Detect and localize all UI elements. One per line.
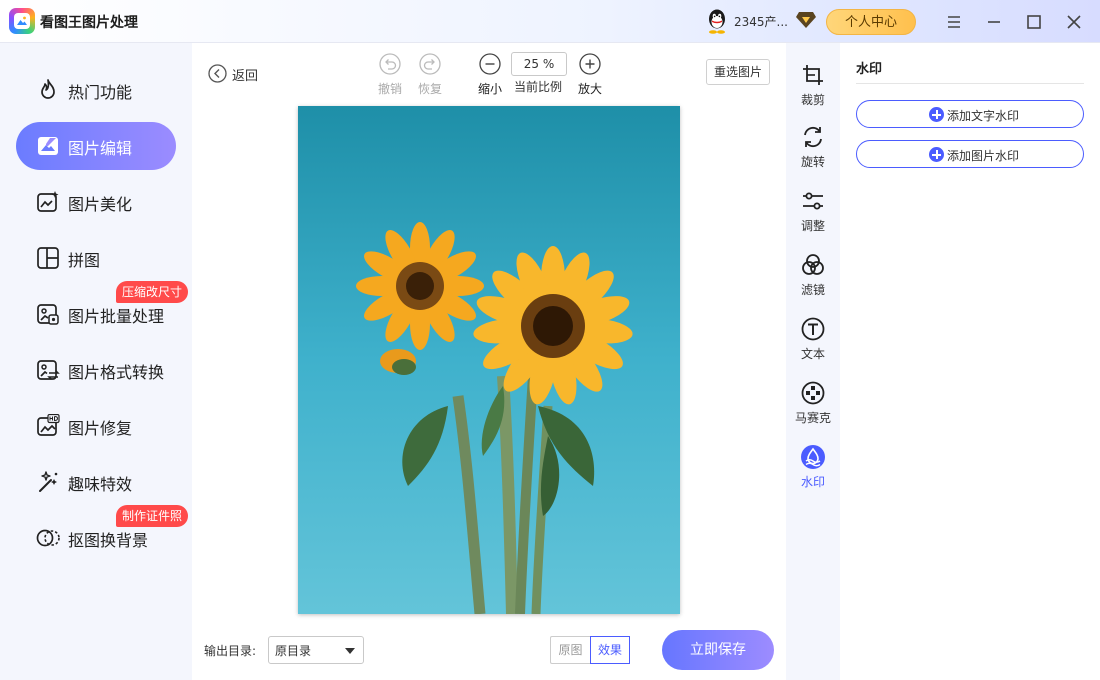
- sidebar-item-image-beautify[interactable]: 图片美化: [16, 178, 176, 226]
- sidebar-item-collage[interactable]: 拼图: [16, 234, 176, 282]
- save-button[interactable]: 立即保存: [662, 630, 774, 670]
- output-dir-value: 原目录: [275, 644, 312, 658]
- tool-mosaic[interactable]: 马赛克: [786, 381, 840, 437]
- hd-repair-icon: [37, 414, 60, 436]
- flame-icon: [41, 79, 55, 99]
- dropdown-arrow-icon: [345, 648, 355, 654]
- sidebar-item-label: 趣味特效: [68, 475, 133, 494]
- plus-icon: [579, 53, 601, 75]
- tool-strip: 裁剪 旋转 调整 滤镜 文本 马赛克 水印: [786, 43, 840, 680]
- panel-divider: [856, 83, 1084, 84]
- sidebar-item-label: 图片美化: [68, 195, 133, 214]
- output-dir-select[interactable]: 原目录: [268, 636, 364, 664]
- maximize-icon[interactable]: [1023, 11, 1045, 33]
- cutout-icon: [36, 529, 60, 547]
- sidebar: 热门功能 图片编辑 图片美化 拼图 压缩改尺寸 图片批量处理 图片格式转换 图片…: [0, 43, 192, 680]
- tool-label: 马赛克: [794, 411, 831, 425]
- output-dir-label: 输出目录:: [204, 644, 257, 658]
- tool-label: 旋转: [800, 155, 825, 169]
- adjust-icon: [803, 192, 823, 210]
- zoom-in-button[interactable]: 放大: [576, 53, 604, 97]
- minimize-icon[interactable]: [983, 11, 1005, 33]
- add-image-watermark-button[interactable]: 添加图片水印: [856, 140, 1084, 168]
- zoom-in-label: 放大: [577, 82, 602, 96]
- undo-label: 撤销: [377, 82, 402, 96]
- rotate-icon: [804, 126, 822, 148]
- mosaic-icon: [801, 381, 825, 405]
- sidebar-item-label: 图片编辑: [68, 139, 133, 158]
- minus-icon: [479, 53, 501, 75]
- app-title: 看图王图片处理: [40, 15, 138, 31]
- view-effect-toggle[interactable]: 效果: [590, 636, 630, 664]
- zoom-input[interactable]: 25 %: [511, 52, 567, 76]
- qq-avatar-icon[interactable]: [705, 8, 729, 34]
- tool-watermark[interactable]: 水印: [786, 445, 840, 501]
- personal-center-button[interactable]: 个人中心: [826, 9, 916, 35]
- sunflower-photo: [298, 106, 680, 614]
- sidebar-item-label: 图片批量处理: [68, 307, 165, 326]
- magic-wand-icon: [39, 471, 58, 492]
- title-bar: 看图王图片处理 2345产... 个人中心: [0, 0, 1100, 43]
- user-name[interactable]: 2345产...: [734, 13, 788, 30]
- image-canvas[interactable]: [298, 106, 680, 614]
- back-arrow-icon: [208, 64, 227, 83]
- sidebar-item-fun-effects[interactable]: 趣味特效: [16, 458, 176, 506]
- redo-label: 恢复: [417, 82, 442, 96]
- watermark-icon: [801, 445, 825, 469]
- tool-adjust[interactable]: 调整: [786, 189, 840, 245]
- image-beautify-icon: [37, 191, 59, 212]
- filter-icon: [802, 254, 824, 275]
- add-text-watermark-button[interactable]: 添加文字水印: [856, 100, 1084, 128]
- tool-label: 水印: [800, 475, 825, 489]
- sidebar-item-hot-features[interactable]: 热门功能: [16, 66, 176, 114]
- format-convert-icon: [37, 360, 60, 381]
- tool-text[interactable]: 文本: [786, 317, 840, 373]
- redo-icon: [419, 53, 441, 75]
- close-icon[interactable]: [1063, 11, 1085, 33]
- undo-icon: [379, 53, 401, 75]
- undo-button[interactable]: 撤销: [376, 53, 404, 97]
- plus-circle-icon: [929, 107, 944, 122]
- plus-circle-icon: [929, 147, 944, 162]
- vip-diamond-icon[interactable]: [796, 11, 816, 29]
- sidebar-item-label: 抠图换背景: [68, 531, 149, 550]
- tool-label: 裁剪: [800, 93, 825, 107]
- tool-label: 滤镜: [800, 283, 825, 297]
- tool-rotate[interactable]: 旋转: [786, 125, 840, 181]
- menu-icon[interactable]: [943, 11, 965, 33]
- sidebar-item-image-edit[interactable]: 图片编辑: [16, 122, 176, 170]
- view-original-toggle[interactable]: 原图: [550, 636, 590, 664]
- image-edit-icon: [38, 137, 58, 155]
- sidebar-item-cutout[interactable]: 抠图换背景: [16, 514, 176, 562]
- app-logo-icon: [9, 8, 35, 34]
- add-text-watermark-label: 添加文字水印: [947, 109, 1020, 123]
- zoom-out-label: 缩小: [477, 82, 502, 96]
- text-icon: [801, 317, 825, 341]
- sidebar-item-label: 图片格式转换: [68, 363, 165, 382]
- redo-button[interactable]: 恢复: [416, 53, 444, 97]
- zoom-caption: 当前比例: [514, 80, 563, 94]
- tool-label: 文本: [800, 347, 825, 361]
- reselect-image-button[interactable]: 重选图片: [706, 59, 770, 85]
- sidebar-item-label: 拼图: [68, 251, 101, 270]
- tool-filter[interactable]: 滤镜: [786, 253, 840, 309]
- panel-title: 水印: [856, 62, 883, 77]
- sidebar-item-label: 图片修复: [68, 419, 133, 438]
- sidebar-item-batch-process[interactable]: 图片批量处理: [16, 290, 176, 338]
- add-image-watermark-label: 添加图片水印: [947, 149, 1020, 163]
- batch-image-icon: [37, 304, 59, 325]
- tool-crop[interactable]: 裁剪: [786, 63, 840, 119]
- crop-icon: [803, 65, 823, 85]
- sidebar-item-image-repair[interactable]: 图片修复: [16, 402, 176, 450]
- zoom-out-button[interactable]: 缩小: [476, 53, 504, 97]
- sidebar-item-format-convert[interactable]: 图片格式转换: [16, 346, 176, 394]
- collage-icon: [37, 247, 59, 269]
- tool-label: 调整: [800, 219, 825, 233]
- sidebar-item-label: 热门功能: [68, 83, 133, 102]
- back-label: 返回: [232, 69, 259, 84]
